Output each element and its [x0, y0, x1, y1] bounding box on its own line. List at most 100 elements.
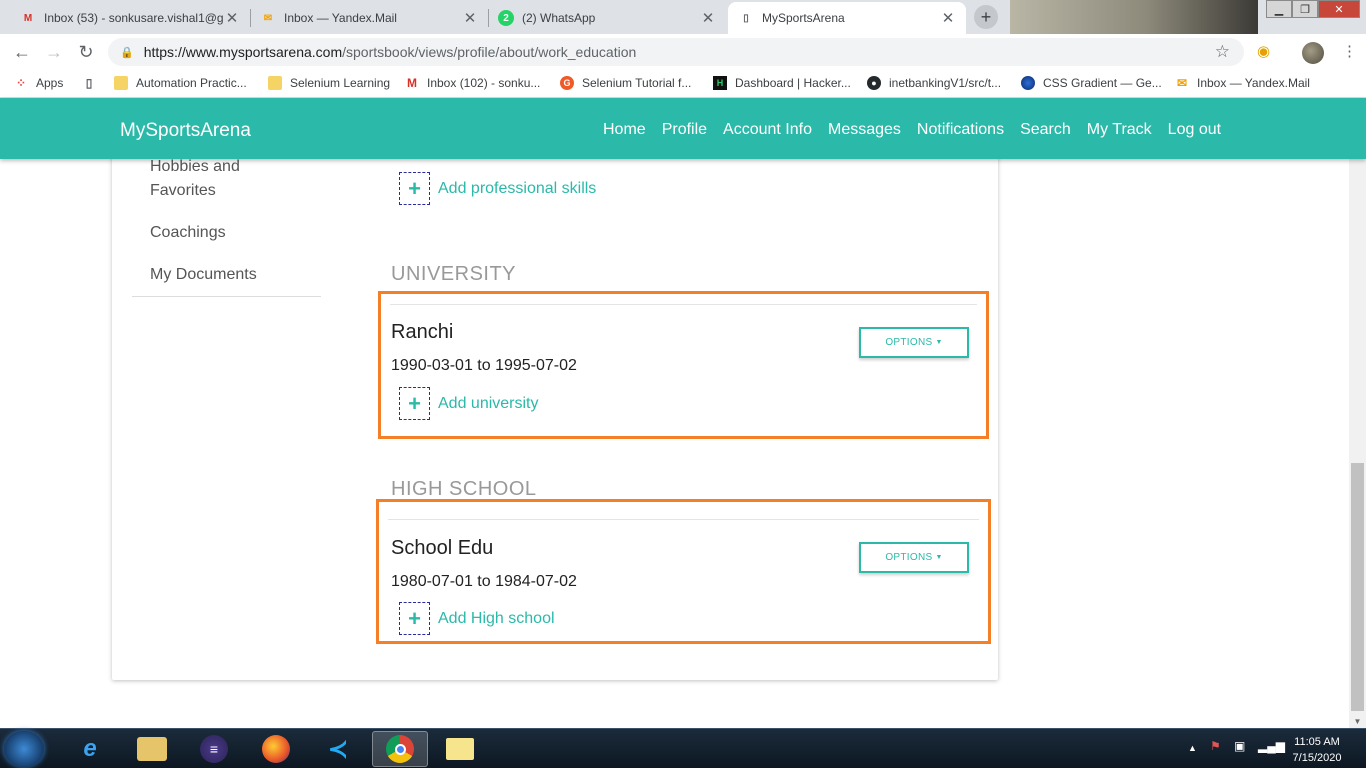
- bookmark-page[interactable]: ▯: [82, 76, 104, 90]
- network-signal-icon[interactable]: ▂▄▆: [1258, 739, 1285, 753]
- gmail-icon: M: [407, 76, 417, 90]
- minimize-icon[interactable]: ▁: [1266, 0, 1292, 18]
- chrome-menu-icon[interactable]: ⋮: [1342, 42, 1357, 60]
- forward-arrow-icon[interactable]: →: [44, 42, 64, 63]
- nav-messages[interactable]: Messages: [828, 121, 901, 139]
- sidebar-item-coachings[interactable]: Coachings: [150, 221, 226, 245]
- bookmarks-bar: ⁘ Apps ▯ Automation Practic... Selenium …: [0, 70, 1366, 98]
- sidebar-divider: [132, 296, 321, 297]
- bookmark-guru99[interactable]: G Selenium Tutorial f...: [560, 76, 691, 90]
- close-tab-icon[interactable]: ✕: [940, 9, 956, 27]
- bookmark-folder[interactable]: Selenium Learning: [268, 76, 390, 90]
- main-nav: Home Profile Account Info Messages Notif…: [603, 121, 1237, 139]
- sidebar-item-my-documents[interactable]: My Documents: [150, 263, 257, 287]
- github-icon: ●: [867, 76, 881, 90]
- bookmark-css-gradient[interactable]: CSS Gradient — Ge...: [1021, 76, 1162, 90]
- add-professional-skills[interactable]: + Add professional skills: [399, 172, 596, 205]
- bookmark-yandex[interactable]: ✉ Inbox — Yandex.Mail: [1175, 76, 1310, 90]
- plus-icon: +: [399, 602, 430, 635]
- nav-log-out[interactable]: Log out: [1168, 121, 1221, 139]
- site-brand[interactable]: MySportsArena: [120, 120, 251, 142]
- window-controls: ▁ ❐ ✕: [1266, 0, 1360, 18]
- nav-home[interactable]: Home: [603, 121, 646, 139]
- scroll-down-icon[interactable]: ▼: [1349, 714, 1366, 728]
- browser-tab[interactable]: 2 (2) WhatsApp ✕: [488, 2, 726, 34]
- high-school-options-button[interactable]: OPTIONS ▼: [859, 542, 969, 573]
- whatsapp-icon: 2: [498, 10, 514, 26]
- high-school-entry-dates: 1980-07-01 to 1984-07-02: [391, 573, 577, 590]
- nav-notifications[interactable]: Notifications: [917, 121, 1004, 139]
- page-scrollbar[interactable]: ▲ ▼: [1349, 98, 1366, 728]
- network-monitor-icon[interactable]: ▣: [1234, 739, 1245, 753]
- start-icon[interactable]: [4, 731, 44, 767]
- high-school-highlight-box: School Edu 1980-07-01 to 1984-07-02 OPTI…: [376, 499, 991, 644]
- nav-my-track[interactable]: My Track: [1087, 121, 1152, 139]
- vscode-icon[interactable]: ≺: [310, 731, 366, 767]
- folder-icon: [268, 76, 282, 90]
- profile-avatar[interactable]: [1302, 42, 1324, 64]
- caret-down-icon: ▼: [935, 339, 943, 346]
- university-entry-dates: 1990-03-01 to 1995-07-02: [391, 357, 577, 374]
- section-divider: [388, 519, 979, 520]
- action-center-icon[interactable]: ⚑: [1210, 739, 1221, 753]
- new-tab-button[interactable]: +: [974, 5, 998, 29]
- bookmark-github[interactable]: ● inetbankingV1/src/t...: [867, 76, 1001, 90]
- lock-icon: 🔒: [120, 46, 134, 59]
- close-tab-icon[interactable]: ✕: [700, 9, 716, 27]
- add-high-school[interactable]: + Add High school: [399, 602, 555, 635]
- browser-toolbar: ← → ↻ 🔒 https://www.mysportsarena.com/sp…: [0, 34, 1366, 70]
- high-school-heading: HIGH SCHOOL: [391, 478, 537, 500]
- sidebar-item-hobbies[interactable]: Hobbies and Favorites: [150, 159, 260, 203]
- section-divider: [390, 304, 977, 305]
- bookmark-apps[interactable]: ⁘ Apps: [14, 76, 63, 90]
- tray-expand-icon[interactable]: ▲: [1188, 743, 1197, 753]
- high-school-entry-title: School Edu: [391, 537, 494, 559]
- browser-tab-strip: M Inbox (53) - sonkusare.vishal1@g ✕ ✉ I…: [0, 0, 1366, 34]
- folder-icon: [114, 76, 128, 90]
- page-icon: ▯: [743, 12, 749, 24]
- address-bar[interactable]: 🔒 https://www.mysportsarena.com/sportsbo…: [108, 38, 1244, 66]
- firefox-icon[interactable]: [248, 731, 304, 767]
- bookmark-folder[interactable]: Automation Practic...: [114, 76, 247, 90]
- system-clock[interactable]: 11:05 AM 7/15/2020: [1282, 734, 1352, 766]
- university-highlight-box: Ranchi 1990-03-01 to 1995-07-02 OPTIONS ▼…: [378, 291, 989, 439]
- browser-tab[interactable]: M Inbox (53) - sonkusare.vishal1@g ✕: [10, 2, 250, 34]
- add-university[interactable]: + Add university: [399, 387, 539, 420]
- profile-card: Hobbies and Favorites Coachings My Docum…: [112, 159, 998, 680]
- page-viewport: Hobbies and Favorites Coachings My Docum…: [0, 159, 1349, 729]
- site-header: MySportsArena Home Profile Account Info …: [0, 98, 1366, 159]
- browser-tab[interactable]: ✉ Inbox — Yandex.Mail ✕: [250, 2, 488, 34]
- extension-icon[interactable]: ◉: [1257, 42, 1270, 60]
- nav-search[interactable]: Search: [1020, 121, 1071, 139]
- bookmark-star-icon[interactable]: ☆: [1215, 42, 1230, 62]
- nav-profile[interactable]: Profile: [662, 121, 707, 139]
- apps-grid-icon: ⁘: [15, 76, 27, 90]
- browser-tab-active[interactable]: ▯ MySportsArena ✕: [728, 2, 966, 34]
- sticky-notes-icon[interactable]: [432, 731, 488, 767]
- scrollbar-thumb[interactable]: [1351, 463, 1364, 711]
- chrome-icon[interactable]: [372, 731, 428, 767]
- university-heading: UNIVERSITY: [391, 263, 517, 285]
- maximize-icon[interactable]: ❐: [1292, 0, 1318, 18]
- yandex-mail-icon: ✉: [1176, 76, 1188, 90]
- bookmark-hackerrank[interactable]: H Dashboard | Hacker...: [713, 76, 851, 90]
- internet-explorer-icon[interactable]: e: [62, 731, 118, 767]
- plus-icon: +: [399, 387, 430, 420]
- window-close-icon[interactable]: ✕: [1318, 0, 1360, 18]
- eclipse-icon[interactable]: ≡: [186, 731, 242, 767]
- reload-icon[interactable]: ↻: [76, 42, 96, 63]
- close-tab-icon[interactable]: ✕: [462, 9, 478, 27]
- bookmark-gmail[interactable]: M Inbox (102) - sonku...: [405, 76, 540, 90]
- yandex-mail-icon: ✉: [263, 12, 273, 24]
- caret-down-icon: ▼: [935, 554, 943, 561]
- guru99-icon: G: [560, 76, 574, 90]
- back-arrow-icon[interactable]: ←: [12, 42, 32, 63]
- gmail-icon: M: [23, 12, 33, 24]
- close-tab-icon[interactable]: ✕: [224, 9, 240, 27]
- file-explorer-icon[interactable]: [124, 731, 180, 767]
- windows-taskbar: e ≡ ≺ ▲ ⚑ ▣ ▂▄▆ 11:05 AM 7/15/2020: [0, 728, 1366, 768]
- nav-account-info[interactable]: Account Info: [723, 121, 812, 139]
- tab-strip-background-image: [1010, 0, 1258, 34]
- university-options-button[interactable]: OPTIONS ▼: [859, 327, 969, 358]
- page-icon: ▯: [85, 76, 93, 90]
